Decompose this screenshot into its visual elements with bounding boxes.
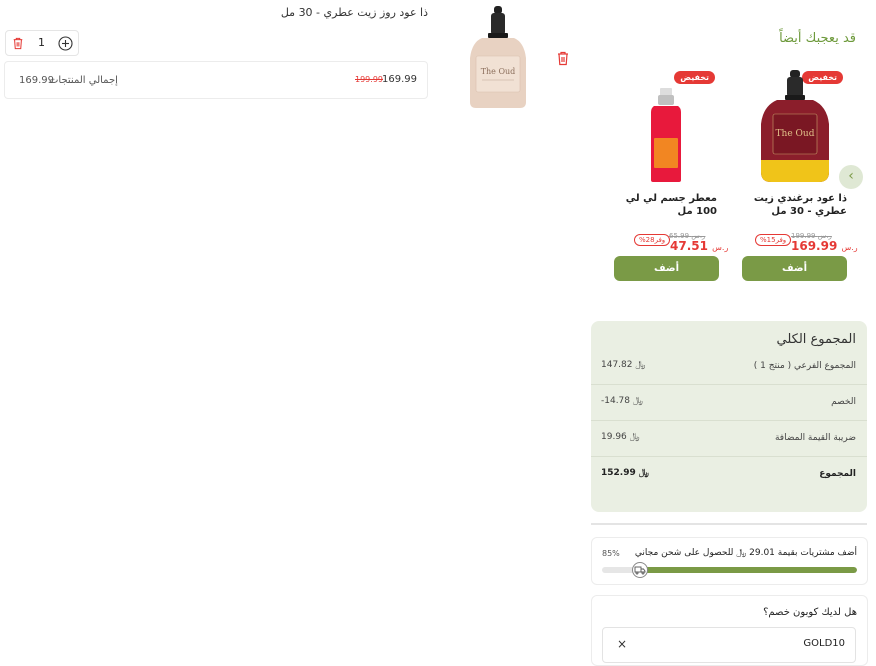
quantity-value[interactable]: 1 (38, 36, 45, 49)
svg-text:The Oud: The Oud (481, 67, 516, 76)
save-badge: وفر28% (634, 234, 671, 246)
quantity-delete-icon[interactable] (12, 37, 24, 50)
order-summary: المجموع الكلي المجموع الفرعي ( منتج 1 ) … (591, 321, 867, 512)
summary-row: الخصم -14.78 ﷼ (591, 385, 867, 421)
summary-label: المجموع الفرعي ( منتج 1 ) (753, 361, 856, 371)
summary-title: المجموع الكلي (776, 332, 857, 347)
summary-value: 147.82 ﷼ (601, 360, 646, 370)
truck-icon (632, 562, 649, 578)
product-price: 169.99 ر.س (791, 239, 858, 253)
summary-row-total: المجموع 152.99 ﷼ (591, 457, 867, 493)
add-to-cart-button[interactable]: أضف (742, 256, 847, 281)
progress-fill (640, 567, 857, 573)
quantity-stepper[interactable]: 1 (5, 30, 79, 56)
summary-value: 19.96 ﷼ (601, 432, 640, 442)
svg-text:The Oud: The Oud (776, 129, 815, 139)
product-name[interactable]: معطر جسم لي لي 100 مل (611, 192, 717, 218)
free-shipping-text: أضف مشتريات بقيمة 29.01 ﷼ للحصول على شحن… (634, 548, 857, 558)
save-badge: وفر15% (755, 234, 792, 246)
total-label: إجمالي المنتجات (49, 75, 118, 86)
divider (591, 523, 867, 525)
summary-label: المجموع (819, 469, 856, 479)
cart-item-total: 169.99 إجمالي المنتجات 199.99 169.99 (4, 61, 428, 99)
new-price: 169.99 (382, 74, 417, 85)
summary-value: 152.99 ﷼ (601, 468, 649, 478)
carousel-next-chevron-icon[interactable]: ‹ (839, 165, 863, 189)
remove-item-icon[interactable] (556, 51, 570, 66)
product-image[interactable]: The Oud (755, 68, 835, 188)
free-shipping-progress: أضف مشتريات بقيمة 29.01 ﷼ للحصول على شحن… (591, 537, 868, 585)
coupon-input[interactable]: GOLD10 × (602, 627, 856, 663)
add-to-cart-button[interactable]: أضف (614, 256, 719, 281)
coupon-code[interactable]: GOLD10 (803, 638, 845, 649)
summary-value: -14.78 ﷼ (601, 396, 643, 406)
product-image[interactable] (627, 68, 707, 188)
summary-label: الخصم (831, 397, 856, 407)
recommendations-title: قد يعجبك أيضاً (779, 31, 856, 46)
product-price: 47.51 ر.س (670, 239, 729, 253)
summary-label: ضريبة القيمة المضافة (774, 433, 856, 443)
clear-coupon-icon[interactable]: × (617, 637, 627, 651)
coupon-section: هل لديك كوبون خصم؟ GOLD10 × (591, 595, 868, 666)
old-price: 199.99 (355, 75, 383, 84)
cart-item-title[interactable]: ذا عود روز زيت عطري - 30 مل (281, 6, 428, 19)
plus-icon[interactable] (58, 36, 73, 51)
coupon-question: هل لديك كوبون خصم؟ (763, 607, 857, 618)
product-name[interactable]: ذا عود برغندي زيت عطري - 30 مل (741, 192, 847, 218)
progress-percent: 85% (602, 549, 620, 558)
summary-row: ضريبة القيمة المضافة 19.96 ﷼ (591, 421, 867, 457)
summary-row: المجموع الفرعي ( منتج 1 ) 147.82 ﷼ (591, 349, 867, 385)
cart-item-image[interactable]: The Oud (462, 4, 534, 112)
